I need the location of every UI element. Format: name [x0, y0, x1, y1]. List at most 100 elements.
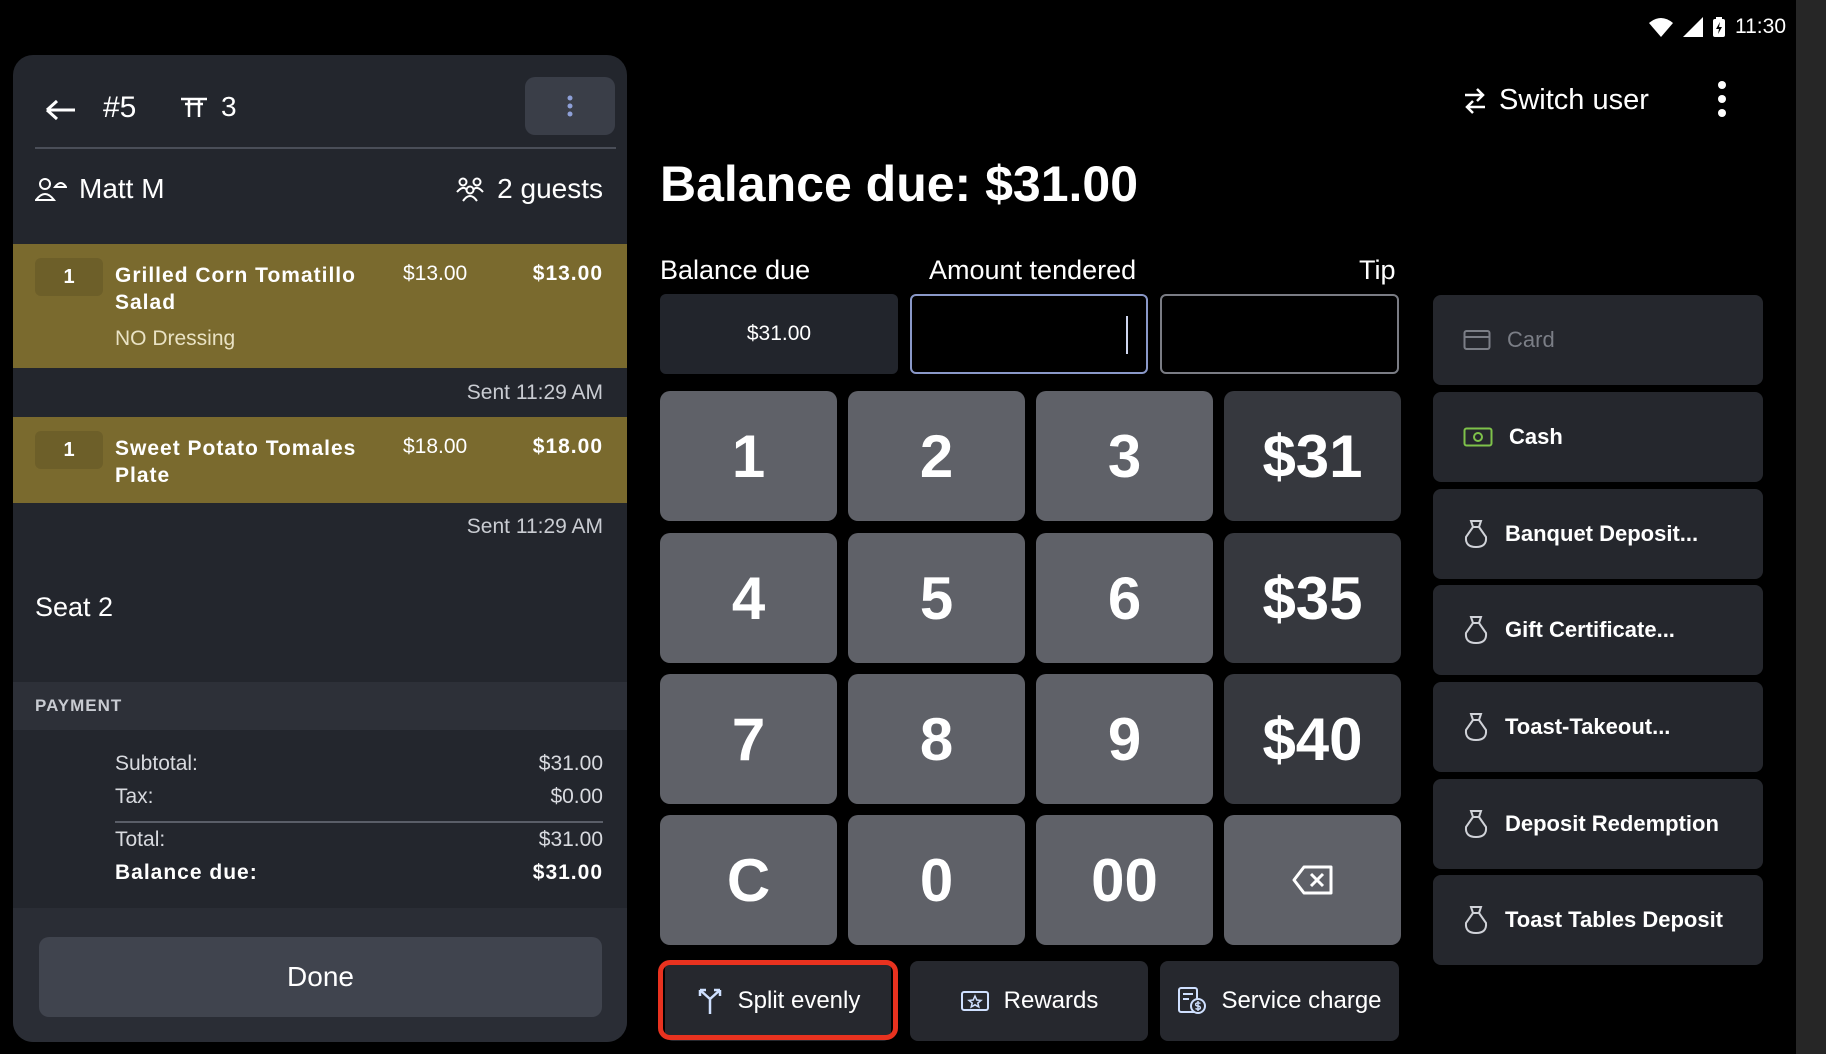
tip-input[interactable]	[1160, 294, 1399, 374]
quick-amount-40[interactable]: $40	[1224, 674, 1401, 804]
kebab-menu-icon	[1718, 81, 1726, 117]
kebab-menu-icon	[567, 95, 573, 117]
item-name: Grilled Corn Tomatillo Salad	[115, 264, 356, 314]
balance-due-label: Balance due	[660, 255, 811, 285]
quick-amount-31[interactable]: $31	[1224, 391, 1401, 521]
payment-deposit-redemption-button[interactable]: Deposit Redemption	[1433, 779, 1763, 869]
payment-deposit-redemption-label: Deposit Redemption	[1505, 811, 1719, 836]
server-info[interactable]: Matt M	[35, 173, 165, 205]
payment-card-label: Card	[1507, 327, 1555, 352]
table-icon	[181, 97, 207, 117]
card-icon	[1463, 330, 1491, 350]
payment-toast-tables-deposit-button[interactable]: Toast Tables Deposit	[1433, 875, 1763, 965]
header-divider	[35, 147, 616, 149]
subtotal-label: Subtotal:	[115, 752, 198, 775]
order-item[interactable]: 1 Sweet Potato Tomales Plate $18.00 $18.…	[13, 417, 627, 503]
payment-cash-label: Cash	[1509, 424, 1563, 449]
clock: 11:30	[1735, 15, 1786, 38]
text-caret	[1126, 316, 1128, 354]
amount-tendered-input[interactable]	[910, 294, 1148, 374]
payment-cash-button[interactable]: Cash	[1433, 392, 1763, 482]
order-item[interactable]: 1 Grilled Corn Tomatillo Salad $13.00 $1…	[13, 244, 627, 368]
balance-label: Balance due:	[115, 861, 258, 884]
rewards-icon	[960, 991, 989, 1011]
main-more-button[interactable]	[1717, 80, 1727, 123]
item-quantity: 1	[35, 258, 103, 296]
server-name: Matt M	[79, 173, 165, 204]
bag-icon	[1464, 713, 1488, 742]
bag-icon	[1464, 520, 1488, 549]
item-quantity: 1	[35, 431, 103, 469]
quick-amount-35[interactable]: $35	[1224, 533, 1401, 663]
subtotal-value: $31.00	[538, 752, 603, 775]
item-price: $13.00	[403, 262, 468, 285]
tax-label: Tax:	[115, 785, 154, 808]
key-2[interactable]: 2	[848, 391, 1025, 521]
split-evenly-highlight	[658, 960, 898, 1040]
key-5[interactable]: 5	[848, 533, 1025, 663]
key-3[interactable]: 3	[1036, 391, 1213, 521]
order-number: #5	[103, 91, 137, 124]
tax-value: $0.00	[550, 785, 603, 808]
rewards-label: Rewards	[1003, 987, 1099, 1014]
total-row: Total: $31.00	[115, 828, 603, 852]
item-name: Sweet Potato Tomales Plate	[115, 437, 357, 487]
total-value: $31.00	[538, 828, 603, 851]
totals-divider	[115, 821, 603, 823]
signal-icon	[1683, 17, 1703, 37]
server-icon	[35, 178, 67, 201]
key-6[interactable]: 6	[1036, 533, 1213, 663]
service-charge-button[interactable]: Service charge	[1160, 961, 1399, 1041]
status-bar: 11:30	[1649, 10, 1786, 44]
seat-label[interactable]: Seat 2	[35, 592, 113, 623]
key-7[interactable]: 7	[660, 674, 837, 804]
switch-user-button[interactable]: Switch user	[1463, 84, 1649, 117]
payment-card-button[interactable]: Card	[1433, 295, 1763, 385]
wifi-icon	[1649, 18, 1673, 37]
guest-count-value: 2 guests	[497, 173, 603, 204]
key-00[interactable]: 00	[1036, 815, 1213, 945]
balance-row: Balance due: $31.00	[115, 861, 603, 885]
payment-gift-certificate-button[interactable]: Gift Certificate...	[1433, 585, 1763, 675]
guest-count[interactable]: 2 guests	[455, 173, 603, 205]
payment-toast-takeout-button[interactable]: Toast-Takeout...	[1433, 682, 1763, 772]
switch-arrows-icon	[1465, 87, 1485, 114]
done-button[interactable]: Done	[39, 937, 602, 1017]
payment-banquet-deposit-button[interactable]: Banquet Deposit...	[1433, 489, 1763, 579]
back-arrow-icon	[45, 99, 75, 121]
item-total: $13.00	[532, 262, 603, 285]
tip-label: Tip	[1359, 255, 1396, 285]
bag-icon	[1464, 906, 1488, 935]
payment-header: PAYMENT	[13, 682, 627, 730]
payment-toast-takeout-label: Toast-Takeout...	[1505, 714, 1671, 739]
item-sent-time: Sent 11:29 AM	[466, 381, 603, 404]
rewards-button[interactable]: Rewards	[910, 961, 1148, 1041]
key-8[interactable]: 8	[848, 674, 1025, 804]
amount-tendered-label: Amount tendered	[929, 255, 1137, 285]
backspace-icon	[1292, 865, 1332, 895]
total-label: Total:	[115, 828, 166, 851]
key-0[interactable]: 0	[848, 815, 1025, 945]
payment-toast-tables-deposit-label: Toast Tables Deposit	[1505, 907, 1724, 932]
key-4[interactable]: 4	[660, 533, 837, 663]
balance-due-field: $31.00	[660, 294, 898, 374]
tax-row: Tax: $0.00	[115, 785, 603, 809]
key-1[interactable]: 1	[660, 391, 837, 521]
service-charge-icon	[1178, 987, 1207, 1014]
key-9[interactable]: 9	[1036, 674, 1213, 804]
cash-icon	[1463, 427, 1493, 447]
table-number-value: 3	[221, 91, 237, 122]
balance-due-title: Balance due: $31.00	[660, 156, 1139, 212]
order-panel: #5 3 Matt M 2 guests 1 Grilled Corn Toma…	[13, 55, 627, 1042]
back-button[interactable]	[45, 91, 77, 130]
payment-header-label: PAYMENT	[35, 696, 123, 715]
bag-icon	[1464, 810, 1488, 839]
order-more-button[interactable]	[525, 77, 615, 135]
subtotal-row: Subtotal: $31.00	[115, 752, 603, 776]
item-modifier: NO Dressing	[115, 327, 236, 350]
payment-gift-certificate-label: Gift Certificate...	[1505, 617, 1675, 642]
item-price: $18.00	[403, 435, 468, 458]
key-backspace[interactable]	[1224, 815, 1401, 945]
key-clear[interactable]: C	[660, 815, 837, 945]
payment-banquet-deposit-label: Banquet Deposit...	[1505, 521, 1699, 546]
